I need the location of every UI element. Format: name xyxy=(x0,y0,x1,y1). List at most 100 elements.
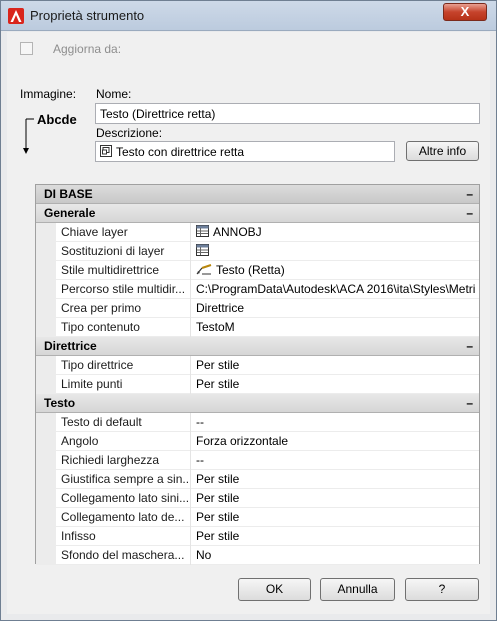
row-indent xyxy=(36,508,56,527)
group-header-generale[interactable]: Generale – xyxy=(36,204,479,223)
description-text: Testo con direttrice retta xyxy=(116,145,245,159)
property-name: Sfondo del maschera... xyxy=(61,546,191,565)
row-indent xyxy=(36,546,56,565)
close-button[interactable]: X xyxy=(443,3,487,21)
property-row[interactable]: Crea per primo Direttrice xyxy=(36,299,479,318)
collapse-icon[interactable]: – xyxy=(466,185,473,203)
property-name: Percorso stile multidir... xyxy=(61,280,191,299)
description-field[interactable]: Testo con direttrice retta xyxy=(95,141,395,162)
property-value[interactable] xyxy=(196,242,476,261)
row-indent xyxy=(36,280,56,299)
row-indent xyxy=(36,242,56,261)
autocad-app-icon xyxy=(8,8,24,24)
property-row[interactable]: Limite punti Per stile xyxy=(36,375,479,394)
properties-grid: DI BASE – Generale – Chiave layer ANNOBJ… xyxy=(35,184,480,565)
property-name: Richiedi larghezza xyxy=(61,451,191,470)
property-name: Stile multidirettrice xyxy=(61,261,191,280)
section-header-basic[interactable]: DI BASE – xyxy=(36,185,479,204)
description-label: Descrizione: xyxy=(96,126,163,140)
property-value[interactable]: C:\ProgramData\Autodesk\ACA 2016\ita\Sty… xyxy=(196,280,476,299)
collapse-icon[interactable]: – xyxy=(466,394,473,412)
row-indent xyxy=(36,299,56,318)
property-value[interactable]: No xyxy=(196,546,476,565)
window-title: Proprietà strumento xyxy=(30,8,145,23)
property-value[interactable]: Testo (Retta) xyxy=(196,261,476,280)
property-name: Tipo contenuto xyxy=(61,318,191,337)
group-header-testo[interactable]: Testo – xyxy=(36,394,479,413)
property-value[interactable]: Per stile xyxy=(196,470,476,489)
name-field[interactable]: Testo (Direttrice retta) xyxy=(95,103,480,124)
section-title: DI BASE xyxy=(44,187,93,201)
property-row[interactable]: Percorso stile multidir... C:\ProgramDat… xyxy=(36,280,479,299)
property-name: Sostituzioni di layer xyxy=(61,242,191,261)
image-label: Immagine: xyxy=(20,87,77,101)
property-value[interactable]: -- xyxy=(196,451,476,470)
property-value[interactable]: TestoM xyxy=(196,318,476,337)
property-row[interactable]: Tipo direttrice Per stile xyxy=(36,356,479,375)
row-indent xyxy=(36,489,56,508)
property-row[interactable]: Giustifica sempre a sin... Per stile xyxy=(36,470,479,489)
property-value[interactable]: ANNOBJ xyxy=(196,223,476,242)
collapse-icon[interactable]: – xyxy=(466,204,473,222)
property-row[interactable]: Chiave layer ANNOBJ xyxy=(36,223,479,242)
property-row[interactable]: Tipo contenuto TestoM xyxy=(36,318,479,337)
group-header-direttrice[interactable]: Direttrice – xyxy=(36,337,479,356)
ok-button[interactable]: OK xyxy=(238,578,311,601)
collapse-icon[interactable]: – xyxy=(466,337,473,355)
property-row[interactable]: Collegamento lato sini... Per stile xyxy=(36,489,479,508)
property-name: Collegamento lato de... xyxy=(61,508,191,527)
property-value[interactable]: Direttrice xyxy=(196,299,476,318)
tool-image-preview[interactable]: Abcde xyxy=(19,108,89,158)
property-row[interactable]: Sostituzioni di layer xyxy=(36,242,479,261)
property-value[interactable]: Per stile xyxy=(196,356,476,375)
property-name: Crea per primo xyxy=(61,299,191,318)
update-from-label: Aggiorna da: xyxy=(53,42,122,56)
property-value[interactable]: Per stile xyxy=(196,489,476,508)
property-value[interactable]: Per stile xyxy=(196,508,476,527)
property-name: Infisso xyxy=(61,527,191,546)
property-name: Chiave layer xyxy=(61,223,191,242)
tool-properties-dialog: Proprietà strumento X Aggiorna da: Immag… xyxy=(0,0,497,621)
more-info-button[interactable]: Altre info xyxy=(406,141,479,161)
name-label: Nome: xyxy=(96,87,132,101)
help-button[interactable]: ? xyxy=(405,578,479,601)
row-indent xyxy=(36,261,56,280)
property-value[interactable]: -- xyxy=(196,413,476,432)
cancel-button[interactable]: Annulla xyxy=(320,578,395,601)
property-row[interactable]: Infisso Per stile xyxy=(36,527,479,546)
property-name: Giustifica sempre a sin... xyxy=(61,470,191,489)
property-row[interactable]: Richiedi larghezza -- xyxy=(36,451,479,470)
row-indent xyxy=(36,451,56,470)
group-title: Generale xyxy=(44,206,96,220)
property-value[interactable]: Forza orizzontale xyxy=(196,432,476,451)
preview-text: Abcde xyxy=(37,112,77,127)
property-name: Limite punti xyxy=(61,375,191,394)
group-title: Testo xyxy=(44,396,76,410)
property-row[interactable]: Sfondo del maschera... No xyxy=(36,546,479,565)
row-indent xyxy=(36,432,56,451)
property-name: Tipo direttrice xyxy=(61,356,191,375)
property-row[interactable]: Collegamento lato de... Per stile xyxy=(36,508,479,527)
property-name: Angolo xyxy=(61,432,191,451)
group-title: Direttrice xyxy=(44,339,97,353)
row-indent xyxy=(36,356,56,375)
value-text: ANNOBJ xyxy=(213,225,262,239)
property-value[interactable]: Per stile xyxy=(196,527,476,546)
row-indent xyxy=(36,413,56,432)
row-indent xyxy=(36,470,56,489)
property-row[interactable]: Angolo Forza orizzontale xyxy=(36,432,479,451)
row-indent xyxy=(36,318,56,337)
layer-table-icon xyxy=(196,243,209,261)
title-bar[interactable]: Proprietà strumento X xyxy=(1,1,496,31)
layer-table-icon xyxy=(196,224,209,242)
row-indent xyxy=(36,375,56,394)
property-row[interactable]: Stile multidirettrice Testo (Retta) xyxy=(36,261,479,280)
update-from-checkbox[interactable] xyxy=(20,42,33,55)
property-value[interactable]: Per stile xyxy=(196,375,476,394)
multileader-style-icon xyxy=(196,262,212,280)
property-row[interactable]: Testo di default -- xyxy=(36,413,479,432)
description-icon xyxy=(100,145,112,160)
property-name: Testo di default xyxy=(61,413,191,432)
row-indent xyxy=(36,527,56,546)
dialog-content: Aggiorna da: Immagine: Abcde Nome: Testo… xyxy=(7,32,490,614)
